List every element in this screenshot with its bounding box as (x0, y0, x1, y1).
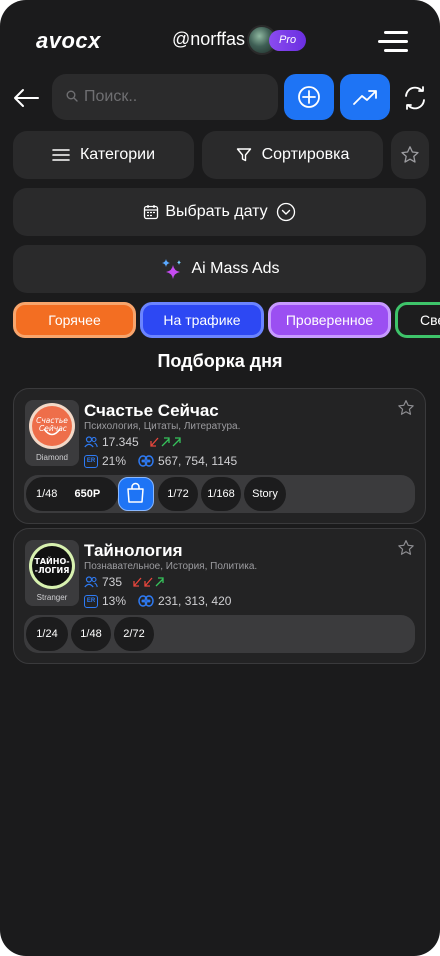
users-icon (84, 436, 98, 448)
list-icon (52, 149, 70, 161)
categories-label: Категории (79, 146, 156, 163)
trend-up-icon (353, 90, 377, 105)
ad-slot[interactable]: Story (244, 477, 286, 511)
engagement-row: ER 13% 231, 313, 420 (84, 594, 231, 608)
price-label: 650Р (74, 488, 101, 500)
views-values: 567, 754, 1145 (158, 454, 238, 468)
star-icon[interactable] (397, 399, 415, 417)
cart-button[interactable] (118, 477, 154, 511)
search-icon (66, 90, 78, 102)
er-value: 21% (102, 454, 127, 468)
add-button[interactable] (284, 74, 334, 120)
search-box[interactable] (52, 74, 278, 120)
tier-label: Diamond (35, 453, 68, 462)
ad-slot[interactable]: 1/48 (71, 617, 111, 651)
channel-thumbnail[interactable]: Счастье Сейчас Diamond (25, 400, 79, 466)
chip-on-traffic[interactable]: На трафике (140, 302, 264, 338)
subscribers-row: 735 (84, 575, 166, 589)
refresh-icon[interactable] (402, 85, 428, 111)
star-icon[interactable] (397, 539, 415, 557)
filter-funnel-icon (236, 148, 251, 162)
views-values: 231, 313, 420 (158, 594, 232, 608)
ad-slot[interactable]: 1/168 (201, 477, 241, 511)
svg-text:ТАЙНО-: ТАЙНО- (34, 555, 69, 566)
menu-line (378, 40, 408, 43)
channel-categories: Психология, Цитаты, Литература. (84, 421, 241, 432)
menu-line (384, 49, 408, 52)
svg-text:-ЛОГИЯ: -ЛОГИЯ (35, 566, 70, 575)
channel-title[interactable]: Тайнология (84, 541, 183, 561)
ad-slot[interactable]: 1/24 (26, 617, 68, 651)
trend-arrows-icon (133, 577, 164, 587)
sort-label: Сортировка (261, 146, 350, 163)
menu-icon[interactable] (378, 30, 408, 52)
chevron-down-icon (276, 202, 295, 222)
channel-categories: Познавательное, История, Политика. (84, 561, 258, 572)
menu-line (384, 31, 408, 34)
trend-arrows-icon (150, 437, 181, 447)
select-date-button[interactable]: Выбрать дату (13, 188, 426, 236)
er-icon: ER (84, 454, 98, 468)
views-icon (138, 595, 154, 607)
tier-label: Stranger (36, 593, 68, 602)
sort-button[interactable]: Сортировка (202, 131, 383, 179)
pro-badge: Pro (269, 30, 306, 51)
subscribers-count: 17.345 (102, 435, 139, 449)
channel-card[interactable]: ТАЙНО- -ЛОГИЯ Stranger Тайнология Познав… (13, 528, 426, 664)
engagement-row: ER 21% 567, 754, 1145 (84, 454, 237, 468)
ai-mass-ads-button[interactable]: Ai Mass Ads (13, 245, 426, 293)
er-value: 13% (102, 594, 127, 608)
star-icon (401, 146, 419, 163)
favorites-button[interactable] (391, 131, 429, 179)
app-logo[interactable]: avocx (36, 28, 101, 54)
er-icon: ER (84, 594, 98, 608)
ad-slot[interactable]: 1/72 (158, 477, 198, 511)
channel-logo: Счастье Сейчас (29, 403, 75, 449)
channel-title[interactable]: Счастье Сейчас (84, 401, 219, 421)
channel-thumbnail[interactable]: ТАЙНО- -ЛОГИЯ Stranger (25, 540, 79, 606)
chip-hot[interactable]: Горячее (13, 302, 136, 338)
section-title: Подборка дня (157, 351, 283, 371)
app-screen: avocx @norffas Pro Категории Сортировка (0, 0, 440, 956)
shopping-bag-icon (127, 482, 144, 503)
categories-button[interactable]: Категории (13, 131, 194, 179)
users-icon (84, 576, 98, 588)
chip-verified[interactable]: Проверенное (268, 302, 391, 338)
trending-button[interactable] (340, 74, 390, 120)
svg-text:Сейчас: Сейчас (39, 424, 68, 433)
channel-card[interactable]: Счастье Сейчас Diamond Счастье Сейчас Пс… (13, 388, 426, 524)
sparkles-icon (162, 259, 182, 279)
chip-fresh[interactable]: Све (395, 302, 440, 338)
ad-slot[interactable]: 1/48 650Р (26, 477, 118, 511)
username[interactable]: @norffas (172, 29, 245, 50)
select-date-label: Выбрать дату (165, 203, 268, 220)
ai-mass-ads-label: Ai Mass Ads (191, 260, 280, 277)
plus-circle-icon (298, 86, 320, 108)
subscribers-count: 735 (102, 575, 123, 589)
calendar-icon (144, 205, 159, 220)
back-arrow-icon[interactable] (12, 85, 40, 111)
subscribers-row: 17.345 (84, 435, 183, 449)
views-icon (138, 455, 154, 467)
ad-slots-bar: 1/48 650Р 1/72 1/168 Story (24, 475, 415, 513)
slot-label: 1/48 (36, 488, 58, 500)
channel-logo: ТАЙНО- -ЛОГИЯ (29, 543, 75, 589)
ad-slot[interactable]: 2/72 (114, 617, 154, 651)
search-input[interactable] (84, 86, 264, 108)
ad-slots-bar: 1/24 1/48 2/72 (24, 615, 415, 653)
